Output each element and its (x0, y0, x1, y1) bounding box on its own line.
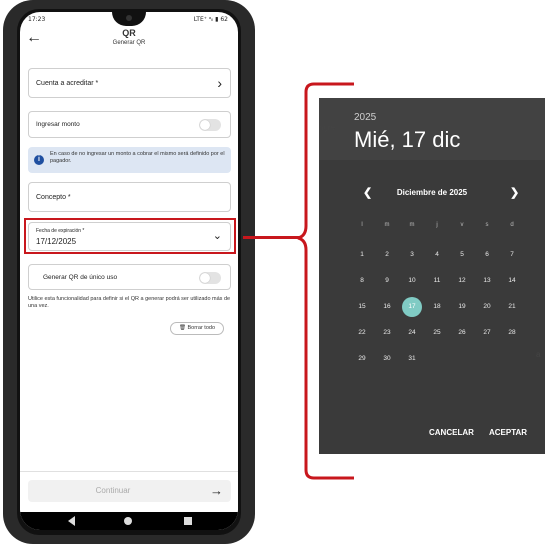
weekday-label: d (510, 222, 514, 228)
concepto-label: Concepto * (36, 194, 71, 201)
calendar-day[interactable]: 20 (477, 297, 497, 317)
calendar-day[interactable]: 13 (477, 271, 497, 291)
calendar-day[interactable]: 18 (427, 297, 447, 317)
cuenta-field[interactable]: Cuenta a acreditar * › (28, 68, 231, 98)
calendar-day[interactable]: 27 (477, 323, 497, 343)
calendar-day[interactable]: 12 (452, 271, 472, 291)
arrow-right-icon: → (210, 483, 223, 498)
callout-connector (243, 236, 301, 239)
unico-uso-row: Generar QR de único uso (28, 264, 231, 290)
date-picker-dialog: 2025 Mié, 17 dic ❮ Diciembre de 2025 ❯ l… (319, 98, 545, 454)
calendar-day[interactable]: 26 (452, 323, 472, 343)
weekday-label: m (384, 222, 390, 228)
nav-back-icon[interactable] (68, 516, 75, 526)
info-banner: i En caso de no ingresar un monto a cobr… (28, 147, 231, 173)
status-time: 17:23 (28, 16, 46, 23)
ingresar-monto-toggle[interactable] (199, 119, 221, 131)
calendar-day[interactable]: 29 (352, 349, 372, 369)
selected-day[interactable]: 17 (402, 297, 422, 317)
calendar-day[interactable]: 9 (377, 271, 397, 291)
weekday-label: m (409, 222, 415, 228)
calendar-day[interactable]: 16 (377, 297, 397, 317)
calendar-day[interactable]: 30 (377, 349, 397, 369)
picker-selected-date: Mié, 17 dic (354, 127, 461, 152)
top-bar: ← QR Generar QR (20, 28, 238, 52)
unico-uso-toggle[interactable] (199, 272, 221, 284)
accept-button[interactable]: ACEPTAR (489, 428, 527, 437)
calendar-day[interactable]: 23 (377, 323, 397, 343)
calendar-day[interactable]: 21 (502, 297, 522, 317)
phone-bezel: 17:23 LTE⁺ ᵃᵢₗ ▮ 62 ← QR Generar QR Cuen… (17, 9, 241, 535)
status-icons: LTE⁺ ᵃᵢₗ ▮ 62 (193, 16, 228, 23)
calendar-day[interactable]: 5 (452, 245, 472, 265)
calendar-day[interactable]: 8 (352, 271, 372, 291)
weekday-label: v (460, 222, 464, 228)
calendar-day[interactable]: 3 (402, 245, 422, 265)
page-subtitle: Generar QR (112, 40, 146, 46)
nav-recents-icon[interactable] (184, 517, 192, 525)
page-title: QR (122, 28, 136, 38)
concepto-field[interactable]: Concepto * (28, 182, 231, 212)
calendar-day[interactable]: 24 (402, 323, 422, 343)
bg-fragment: a (536, 350, 541, 359)
camera-icon (126, 15, 132, 21)
cuenta-label: Cuenta a acreditar * (36, 80, 99, 87)
bg-fragment: ngre (319, 123, 336, 132)
date-picker-header: 2025 Mié, 17 dic (319, 98, 545, 160)
calendar-day[interactable]: 14 (502, 271, 522, 291)
ingresar-monto-row: Ingresar monto (28, 111, 231, 138)
calendar-day[interactable]: 7 (502, 245, 522, 265)
calendar-day[interactable]: 2 (377, 245, 397, 265)
borrar-todo-button[interactable]: 🗑 Borrar todo (170, 322, 224, 335)
next-month-icon[interactable]: ❯ (510, 186, 519, 199)
calendar-day[interactable]: 6 (477, 245, 497, 265)
toggle-knob (200, 120, 210, 130)
calendar-day[interactable]: 31 (402, 349, 422, 369)
calendar-day[interactable]: 25 (427, 323, 447, 343)
borrar-label: 🗑 Borrar todo (178, 325, 216, 331)
divider (20, 471, 238, 472)
android-nav-bar (20, 512, 238, 530)
continuar-label: Continuar (95, 486, 131, 495)
toggle-knob (200, 273, 210, 283)
picker-year[interactable]: 2025 (354, 112, 376, 123)
weekday-label: l (361, 222, 363, 228)
unico-uso-label: Generar QR de único uso (43, 274, 118, 281)
chevron-right-icon: › (217, 75, 222, 91)
calendar-day[interactable]: 4 (427, 245, 447, 265)
calendar-day[interactable]: 22 (352, 323, 372, 343)
calendar-day[interactable]: 1 (352, 245, 372, 265)
info-text: En caso de no ingresar un monto a cobrar… (50, 151, 225, 164)
continuar-button[interactable]: Continuar → (28, 480, 231, 502)
help-text: Utilice esta funcionalidad para definir … (28, 296, 231, 309)
weekday-label: j (436, 222, 438, 228)
phone-screen: 17:23 LTE⁺ ᵃᵢₗ ▮ 62 ← QR Generar QR Cuen… (20, 12, 238, 530)
calendar-day[interactable]: 28 (502, 323, 522, 343)
weekday-label: s (485, 222, 489, 228)
info-icon: i (34, 155, 44, 165)
nav-home-icon[interactable] (124, 517, 132, 525)
phone-frame: 17:23 LTE⁺ ᵃᵢₗ ▮ 62 ← QR Generar QR Cuen… (3, 0, 255, 544)
fecha-highlight-box (24, 218, 236, 254)
calendar-day[interactable]: 19 (452, 297, 472, 317)
cancel-button[interactable]: CANCELAR (429, 428, 474, 437)
ingresar-monto-label: Ingresar monto (36, 121, 80, 128)
calendar-day[interactable]: 11 (427, 271, 447, 291)
calendar-day[interactable]: 10 (402, 271, 422, 291)
calendar-day[interactable]: 15 (352, 297, 372, 317)
